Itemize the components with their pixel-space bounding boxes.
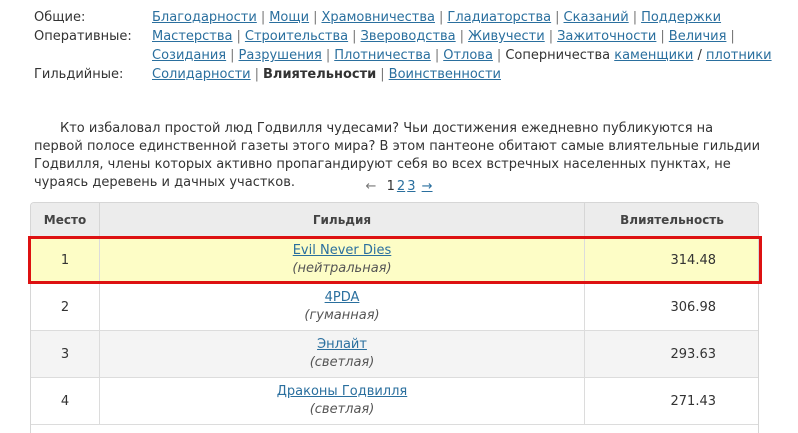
link-templehood[interactable]: Храмовничества: [321, 10, 435, 25]
ranking-table: Место Гильдия Влиятельность 1 Evil Never…: [30, 202, 759, 433]
row-place: 4: [31, 377, 100, 425]
category-label: Общие:: [34, 10, 86, 25]
page-link-3[interactable]: 3: [406, 179, 416, 194]
guild-alignment: (светлая): [309, 355, 375, 370]
row-influence: 314.48: [584, 236, 758, 284]
link-carpentry[interactable]: Плотничества: [334, 48, 431, 63]
pantheon-categories: Общие: Благодарности | Мощи | Храмовничества…: [34, 8, 774, 84]
link-militancy[interactable]: Воинственности: [389, 67, 501, 82]
link-mastery[interactable]: Мастерства: [152, 29, 233, 44]
category-links: Солидарности | Влиятельности | Воинственност…: [152, 67, 501, 82]
link-survival[interactable]: Живучести: [468, 29, 545, 44]
row-influence: 271.43: [584, 377, 758, 425]
guild-link[interactable]: Evil Never Dies: [293, 243, 392, 258]
next-page-arrow[interactable]: →: [421, 179, 434, 194]
guild-alignment: (светлая): [309, 402, 375, 417]
link-taming[interactable]: Звероводства: [361, 29, 456, 44]
link-destruction[interactable]: Разрушения: [239, 48, 322, 63]
page-link-2[interactable]: 2: [396, 179, 406, 194]
link-greatness[interactable]: Величия: [669, 29, 727, 44]
link-solidarity[interactable]: Солидарности: [152, 67, 251, 82]
row-guild: Драконы Годвилля (светлая): [99, 377, 585, 425]
link-construction[interactable]: Строительства: [245, 29, 348, 44]
prev-page-arrow: ←: [365, 179, 377, 194]
header-influence: Влиятельность: [584, 203, 758, 237]
row-influence: 293.63: [584, 330, 758, 378]
row-guild: Энлайт (светлая): [99, 330, 585, 378]
table-row: 1 Evil Never Dies (нейтральная) 314.48: [31, 236, 758, 284]
category-row-guild: Гильдийные: Солидарности | Влиятельности | В…: [34, 65, 774, 84]
guild-alignment: (гуманная): [304, 308, 380, 323]
current-page: 1: [386, 179, 395, 194]
category-links: Благодарности | Мощи | Храмовничества | Гладиа…: [152, 10, 722, 25]
row-place: 3: [31, 330, 100, 378]
category-links: Мастерства | Строительства | Звероводства | Жи…: [152, 29, 772, 63]
header-place: Место: [31, 203, 100, 237]
category-label: Гильдийные:: [34, 67, 124, 82]
guild-link[interactable]: Энлайт: [317, 337, 367, 352]
link-wealth[interactable]: Зажиточности: [557, 29, 656, 44]
table-row: 3 Энлайт (светлая) 293.63: [31, 330, 758, 378]
guild-alignment: (нейтральная): [292, 261, 392, 276]
table-row: 4 Драконы Годвилля (светлая) 271.43: [31, 377, 758, 425]
link-storytelling[interactable]: Сказаний: [564, 10, 629, 25]
header-guild: Гильдия: [99, 203, 585, 237]
link-support[interactable]: Поддержки: [641, 10, 721, 25]
row-guild: 4PDA (гуманная): [99, 283, 585, 331]
category-row-general: Общие: Благодарности | Мощи | Храмовничества…: [34, 8, 774, 27]
category-row-operative: Оперативные: Мастерства | Строительства | Зв…: [34, 27, 774, 65]
link-gladiatorship[interactable]: Гладиаторства: [447, 10, 551, 25]
link-masons[interactable]: каменщики: [614, 48, 693, 63]
current-category-influence: Влиятельности: [263, 67, 377, 82]
table-row: 2 4PDA (гуманная) 306.98: [31, 283, 758, 331]
link-catching[interactable]: Отлова: [443, 48, 493, 63]
link-gratitude[interactable]: Благодарности: [152, 10, 257, 25]
row-guild: Evil Never Dies (нейтральная): [99, 236, 585, 284]
category-label: Оперативные:: [34, 29, 132, 44]
guild-link[interactable]: 4PDA: [325, 290, 360, 305]
row-influence: 306.98: [584, 283, 758, 331]
rivalry-label: Соперничества: [505, 48, 611, 63]
link-carpenters[interactable]: плотники: [706, 48, 772, 63]
link-creation[interactable]: Созидания: [152, 48, 226, 63]
guild-link[interactable]: Драконы Годвилля: [277, 384, 408, 399]
pagination: ← 123 →: [0, 179, 798, 194]
row-place: 2: [31, 283, 100, 331]
row-place: 1: [31, 236, 100, 284]
link-might[interactable]: Мощи: [269, 10, 309, 25]
